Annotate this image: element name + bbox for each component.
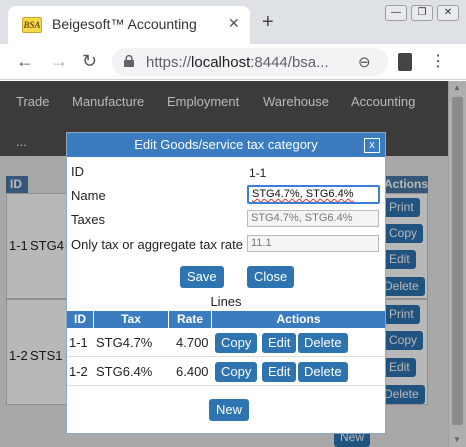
line-copy-button[interactable]: Copy xyxy=(215,362,258,382)
browser-toolbar: ← → ↻ https://localhost:8444/bsa... ⊖ ⋮ xyxy=(0,44,466,80)
line-rate: 6.400 xyxy=(176,364,209,379)
close-button[interactable]: Close xyxy=(247,266,295,288)
taxes-field: STG4.7%, STG6.4% xyxy=(247,210,379,227)
url-text[interactable]: https://localhost:8444/bsa... xyxy=(146,54,329,71)
lock-icon xyxy=(124,55,134,67)
lines-header-actions: Actions xyxy=(212,311,385,328)
id-value: 1-1 xyxy=(249,166,267,180)
table-row: 1-1 STG4.7% 4.700 Copy Edit Delete xyxy=(67,329,385,357)
window-close-icon[interactable]: ✕ xyxy=(437,5,459,21)
line-delete-button[interactable]: Delete xyxy=(298,362,348,382)
new-line-button[interactable]: New xyxy=(209,399,250,421)
taxes-label: Taxes xyxy=(71,212,105,227)
maximize-icon[interactable]: ❐ xyxy=(411,5,433,21)
minimize-icon[interactable]: — xyxy=(385,5,407,21)
app-favicon-icon: BSA xyxy=(22,17,42,33)
table-row: 1-2 STG6.4% 6.400 Copy Edit Delete xyxy=(67,358,385,386)
name-input[interactable]: STG4.7%, STG6.4% xyxy=(247,185,380,204)
lines-header-rate: Rate xyxy=(169,311,211,328)
lines-header-id: ID xyxy=(67,311,93,328)
dialog-close-icon[interactable]: x xyxy=(364,138,380,153)
save-button[interactable]: Save xyxy=(180,266,224,288)
tab-close-icon[interactable]: ✕ xyxy=(228,15,240,32)
rate-label: Only tax or aggregate tax rate xyxy=(71,237,243,252)
line-tax: STG4.7% xyxy=(96,335,153,350)
back-arrow-icon[interactable]: ← xyxy=(16,52,34,70)
dialog-title: Edit Goods/service tax category xyxy=(67,133,385,157)
line-delete-button[interactable]: Delete xyxy=(298,333,348,353)
browser-tab[interactable]: BSA Beigesoft™ Accounting ✕ xyxy=(8,6,250,44)
lines-title: Lines xyxy=(210,294,242,309)
line-copy-button[interactable]: Copy xyxy=(215,333,258,353)
forward-arrow-icon[interactable]: → xyxy=(50,52,68,70)
browser-menu-icon[interactable]: ⋮ xyxy=(430,52,446,72)
browser-tabstrip: BSA Beigesoft™ Accounting ✕ + — ❐ ✕ xyxy=(0,0,466,44)
name-label: Name xyxy=(71,188,106,203)
zoom-icon[interactable]: ⊖ xyxy=(358,53,371,71)
line-tax: STG6.4% xyxy=(96,364,153,379)
rate-field: 11.1 xyxy=(247,235,379,252)
new-tab-icon[interactable]: + xyxy=(262,12,274,32)
extension-icon[interactable] xyxy=(398,53,412,71)
reload-icon[interactable]: ↻ xyxy=(82,52,97,70)
id-label: ID xyxy=(71,164,84,179)
line-id: 1-1 xyxy=(69,335,88,350)
line-id: 1-2 xyxy=(69,364,88,379)
line-edit-button[interactable]: Edit xyxy=(262,333,297,353)
edit-tax-category-dialog: Edit Goods/service tax category x ID 1-1… xyxy=(66,132,386,434)
tab-title: Beigesoft™ Accounting xyxy=(52,16,197,32)
line-edit-button[interactable]: Edit xyxy=(262,362,297,382)
address-bar[interactable]: https://localhost:8444/bsa... ⊖ xyxy=(112,48,388,76)
lines-header-tax: Tax xyxy=(94,311,168,328)
line-rate: 4.700 xyxy=(176,335,209,350)
